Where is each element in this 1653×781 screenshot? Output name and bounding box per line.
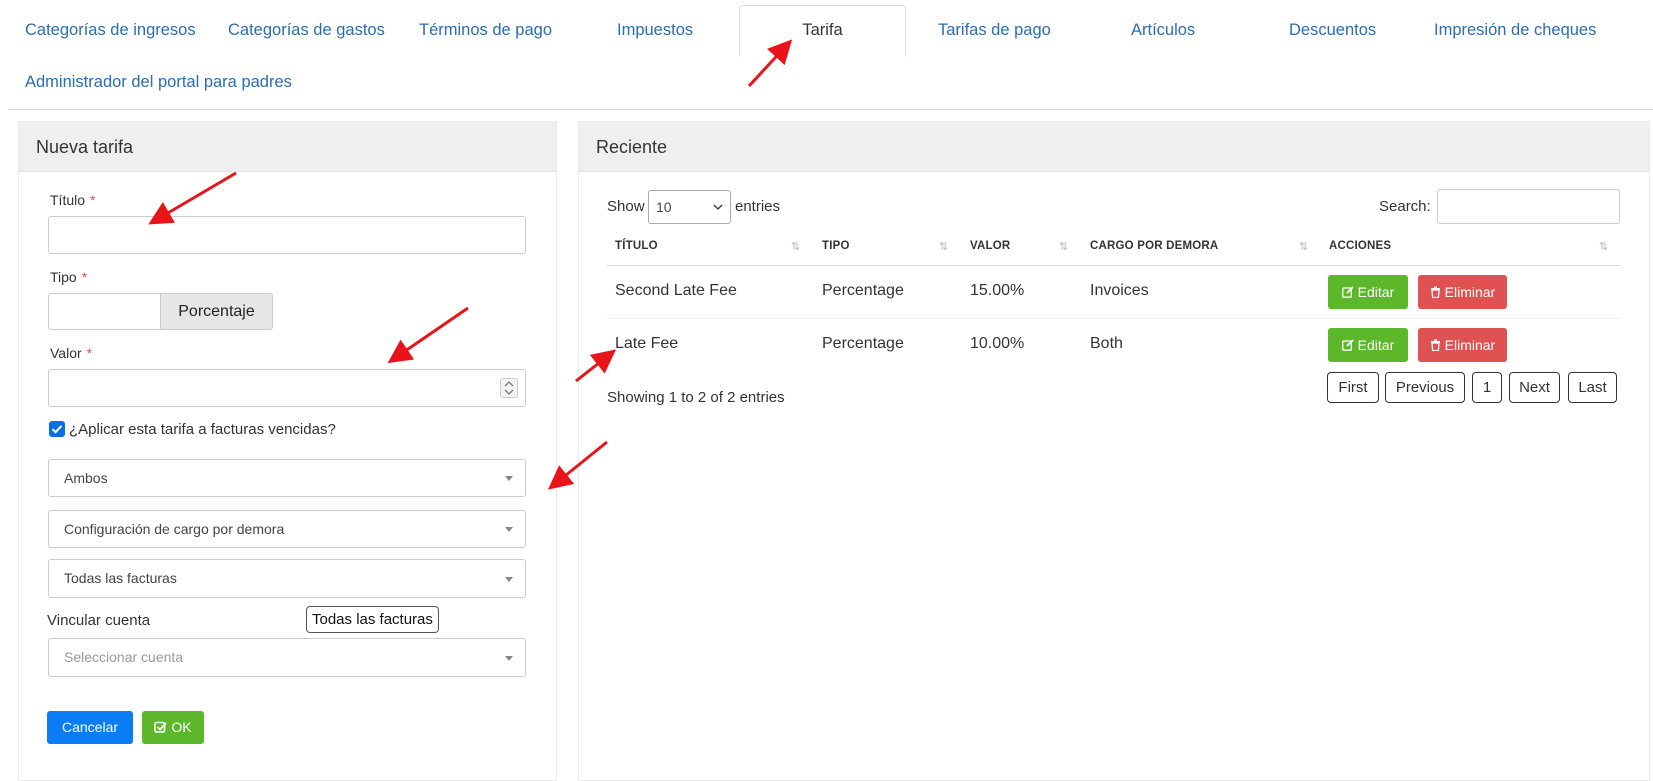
required-mark: * (90, 192, 96, 208)
row-tipo: Percentage (822, 335, 904, 352)
ok-label: OK (171, 719, 192, 735)
panel-title: Nueva tarifa (19, 122, 556, 172)
row-titulo: Late Fee (615, 335, 679, 352)
apply-to-select[interactable]: Ambos (48, 459, 526, 497)
invoices-select[interactable]: Todas las facturas (48, 559, 526, 598)
edit-label: Editar (1357, 337, 1395, 353)
titulo-label-text: Título (50, 192, 86, 208)
tab-tarifas-pago[interactable]: Tarifas de pago (938, 5, 1051, 55)
titulo-input[interactable] (48, 216, 526, 254)
column-header-acciones[interactable]: ACCIONES (1329, 240, 1391, 252)
search-label: Search: (1379, 198, 1431, 215)
check-icon (51, 425, 63, 434)
delete-label: Eliminar (1444, 337, 1496, 353)
edit-icon (1341, 339, 1354, 351)
show-label: Show (607, 198, 645, 215)
trash-icon (1430, 339, 1440, 352)
edit-icon (1341, 286, 1354, 298)
pagination-page[interactable]: 1 (1472, 372, 1502, 403)
settings-tabs: Categorías de ingresos Categorías de gas… (8, 0, 1653, 110)
late-fee-config-value: Configuración de cargo por demora (64, 521, 285, 537)
titulo-label: Título * (50, 192, 95, 208)
tab-impuestos[interactable]: Impuestos (617, 5, 693, 55)
row-cargo: Both (1090, 335, 1123, 352)
pagination-next[interactable]: Next (1509, 372, 1560, 403)
row-titulo: Second Late Fee (615, 282, 737, 299)
porcentaje-button[interactable]: Porcentaje (160, 293, 273, 330)
entries-select[interactable]: 10 (648, 190, 731, 224)
tipo-label: Tipo * (50, 269, 87, 285)
tooltip: Todas las facturas (306, 606, 439, 633)
recent-title: Reciente (579, 122, 1649, 172)
tab-categorias-ingresos[interactable]: Categorías de ingresos (25, 5, 196, 55)
edit-button[interactable]: Editar (1328, 328, 1408, 362)
search-input[interactable] (1437, 189, 1620, 224)
apply-to-value: Ambos (64, 470, 108, 486)
tab-portal-padres[interactable]: Administrador del portal para padres (25, 57, 292, 107)
required-mark: * (81, 269, 88, 285)
apply-overdue-label: ¿Aplicar esta tarifa a facturas vencidas… (69, 421, 336, 438)
row-cargo: Invoices (1090, 282, 1149, 299)
delete-label: Eliminar (1444, 284, 1496, 300)
vincular-label: Vincular cuenta (47, 612, 151, 629)
chevron-down-icon (505, 476, 513, 481)
apply-overdue-checkbox[interactable] (49, 421, 65, 437)
tipo-label-text: Tipo (50, 269, 77, 285)
cancel-button[interactable]: Cancelar (47, 711, 133, 744)
tab-articulos[interactable]: Artículos (1131, 5, 1195, 55)
column-header-cargo[interactable]: CARGO POR DEMORA (1090, 240, 1218, 252)
delete-button[interactable]: Eliminar (1418, 328, 1507, 362)
chevron-down-icon (505, 655, 513, 661)
edit-button[interactable]: Editar (1328, 275, 1408, 309)
sort-icon[interactable]: ⇅ (1299, 240, 1308, 253)
check-square-icon (154, 721, 168, 733)
column-header-titulo[interactable]: TÍTULO (615, 240, 658, 252)
vincular-cuenta-select[interactable]: Seleccionar cuenta (48, 638, 526, 677)
sort-icon[interactable]: ⇅ (1599, 240, 1608, 253)
invoices-value: Todas las facturas (64, 570, 177, 586)
tab-tarifa[interactable]: Tarifa (739, 5, 906, 57)
entries-label: entries (735, 198, 781, 215)
column-header-valor[interactable]: VALOR (970, 240, 1010, 252)
row-valor: 15.00% (970, 282, 1025, 299)
column-header-tipo[interactable]: TIPO (822, 240, 850, 252)
sort-icon[interactable]: ⇅ (1059, 240, 1068, 253)
chevron-down-icon (505, 576, 513, 582)
valor-label: Valor * (50, 345, 92, 361)
spinner-arrows-icon (504, 381, 514, 395)
valor-label-text: Valor (50, 345, 82, 361)
edit-label: Editar (1357, 284, 1395, 300)
row-valor: 10.00% (970, 335, 1025, 352)
entries-value: 10 (656, 199, 672, 215)
tab-impresion-cheques[interactable]: Impresión de cheques (1434, 5, 1596, 55)
pagination-last[interactable]: Last (1568, 372, 1617, 403)
row-tipo: Percentage (822, 282, 904, 299)
delete-button[interactable]: Eliminar (1418, 275, 1507, 309)
sort-icon[interactable]: ⇅ (939, 240, 948, 253)
number-spinner[interactable] (500, 378, 518, 398)
pagination-previous[interactable]: Previous (1385, 372, 1465, 403)
required-mark: * (86, 345, 93, 361)
pagination-first[interactable]: First (1327, 372, 1379, 403)
table-info: Showing 1 to 2 of 2 entries (607, 389, 785, 406)
chevron-down-icon (505, 527, 513, 532)
tab-descuentos[interactable]: Descuentos (1289, 5, 1376, 55)
trash-icon (1430, 286, 1440, 299)
sort-icon[interactable]: ⇅ (791, 240, 800, 253)
late-fee-config-select[interactable]: Configuración de cargo por demora (48, 510, 526, 548)
valor-input[interactable] (48, 369, 526, 407)
tab-terminos-pago[interactable]: Términos de pago (419, 5, 552, 55)
vincular-placeholder: Seleccionar cuenta (64, 649, 184, 665)
tab-categorias-gastos[interactable]: Categorías de gastos (228, 5, 385, 55)
chevron-down-icon (713, 204, 723, 210)
tipo-input[interactable] (48, 293, 162, 330)
ok-button[interactable]: OK (142, 711, 204, 744)
